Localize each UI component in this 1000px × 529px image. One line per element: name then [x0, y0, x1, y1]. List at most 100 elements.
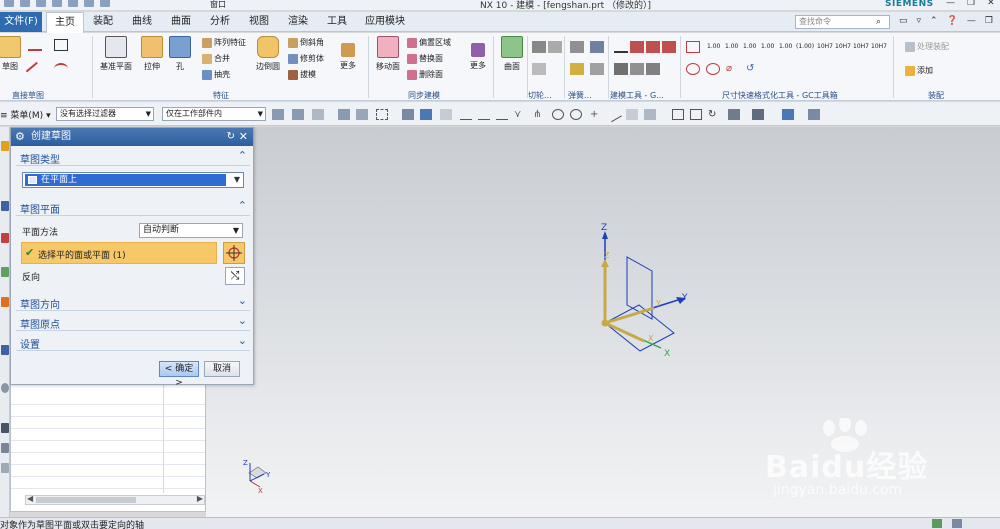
snap-icon[interactable]: [440, 109, 452, 120]
history-icon[interactable]: [1, 233, 9, 243]
repeat-icon[interactable]: [100, 0, 110, 7]
cut-tool-icon[interactable]: [532, 63, 546, 75]
feature-more-button[interactable]: 更多: [330, 43, 366, 71]
surface-button[interactable]: 曲面: [494, 36, 530, 72]
no-diameter-icon[interactable]: ⌀: [726, 63, 740, 75]
dim-format-button[interactable]: 10H7: [835, 43, 851, 50]
sketch-button[interactable]: 草图: [0, 36, 28, 72]
settings-icon[interactable]: [1, 463, 9, 473]
horizontal-scrollbar[interactable]: ◀ ▶: [25, 494, 205, 505]
offset-region-button[interactable]: 偏置区域: [407, 37, 451, 48]
section-settings[interactable]: 设置 ⌄: [16, 334, 250, 351]
process-assembly-button[interactable]: 处理装配: [905, 41, 949, 52]
scroll-left-icon[interactable]: ◀: [27, 494, 33, 503]
circle-snap-icon[interactable]: [552, 109, 564, 120]
list-item[interactable]: [11, 453, 205, 465]
rectangle-icon[interactable]: [54, 39, 68, 51]
snap-icon[interactable]: [626, 109, 638, 120]
scroll-right-icon[interactable]: ▶: [197, 494, 203, 503]
cancel-button[interactable]: 取消: [204, 361, 240, 377]
scrollbar-thumb[interactable]: [36, 497, 136, 503]
rectangle-select-icon[interactable]: [376, 109, 388, 120]
trim-body-button[interactable]: 修剪体: [288, 53, 324, 64]
tab-curve[interactable]: 曲线: [125, 12, 159, 32]
web-browser-icon[interactable]: [1, 297, 9, 307]
select-icon[interactable]: [312, 109, 324, 120]
menu-button[interactable]: ≡ 菜单(M) ▾: [0, 108, 51, 121]
shell-button[interactable]: 抽壳: [202, 69, 230, 80]
view-icon[interactable]: [690, 109, 702, 120]
render-style-icon[interactable]: [752, 109, 764, 120]
window-icon[interactable]: ▭: [899, 16, 908, 26]
save-icon[interactable]: [4, 0, 14, 7]
dim-format-button[interactable]: 10H7: [853, 43, 869, 50]
build-tool-icon[interactable]: [630, 41, 644, 53]
reverse-direction-button[interactable]: ⤭: [225, 267, 245, 285]
role-icon[interactable]: [1, 423, 9, 433]
midpoint-icon[interactable]: ⋎: [514, 109, 526, 120]
replace-face-button[interactable]: 替换面: [407, 53, 443, 64]
view-icon[interactable]: [728, 109, 740, 120]
tab-application[interactable]: 应用模块: [360, 12, 410, 32]
plane-selector-button[interactable]: [223, 242, 245, 264]
list-item[interactable]: [11, 477, 205, 489]
spring-icon[interactable]: [570, 41, 584, 53]
cut-icon[interactable]: [52, 0, 62, 7]
diameter-icon[interactable]: [686, 63, 700, 75]
line-snap-icon[interactable]: [460, 109, 472, 120]
tab-analysis[interactable]: 分析: [203, 12, 237, 32]
spring-icon[interactable]: [590, 41, 604, 53]
dim-format-button[interactable]: 1.00: [743, 43, 756, 50]
section-sketch-plane[interactable]: 草图平面 ⌃: [16, 199, 250, 216]
list-item[interactable]: [11, 441, 205, 453]
tab-render[interactable]: 渲染: [281, 12, 315, 32]
help-icon[interactable]: ❓: [947, 16, 958, 26]
dim-format-button[interactable]: 10H7: [871, 43, 887, 50]
spring-icon[interactable]: [590, 63, 604, 75]
sync-more-button[interactable]: 更多: [460, 43, 496, 71]
chamfer-button[interactable]: 倒斜角: [288, 37, 324, 48]
snap-icon[interactable]: [272, 109, 284, 120]
tab-home[interactable]: 主页: [46, 12, 84, 33]
tab-tools[interactable]: 工具: [320, 12, 354, 32]
paste-icon[interactable]: [84, 0, 94, 7]
close-icon[interactable]: ✕: [239, 128, 248, 146]
line-icon[interactable]: [25, 61, 45, 81]
sketch-type-dropdown[interactable]: 在平面上 ▼: [22, 172, 244, 188]
part-navigator-icon[interactable]: [1, 201, 9, 211]
ok-button[interactable]: < 确定 >: [159, 361, 199, 388]
list-item[interactable]: [11, 405, 205, 417]
list-item[interactable]: [11, 429, 205, 441]
orient-view-icon[interactable]: [808, 109, 820, 120]
status-indicator-icon[interactable]: [952, 519, 962, 528]
tab-file[interactable]: 文件(F): [0, 12, 42, 32]
tab-view[interactable]: 视图: [242, 12, 276, 32]
reset-icon[interactable]: ↻: [227, 128, 235, 146]
cut-tool-icon[interactable]: [532, 41, 546, 53]
status-indicator-icon[interactable]: [932, 519, 942, 528]
add-component-button[interactable]: 添加: [905, 65, 933, 76]
section-sketch-type[interactable]: 草图类型 ⌃: [16, 149, 250, 166]
arc-icon[interactable]: [54, 63, 68, 75]
reuse-library-icon[interactable]: [1, 267, 9, 277]
assembly-navigator-icon[interactable]: [1, 141, 9, 151]
ribbon-minimize-icon[interactable]: ▿: [917, 16, 922, 26]
select-all-icon[interactable]: [292, 109, 304, 120]
history-icon[interactable]: [1, 345, 9, 355]
list-item[interactable]: [11, 393, 205, 405]
roles-icon[interactable]: [1, 443, 9, 453]
snap-icon[interactable]: [338, 109, 350, 120]
dim-format-button[interactable]: 1.00: [761, 43, 774, 50]
select-icon[interactable]: [356, 109, 368, 120]
edge-blend-button[interactable]: 边倒圆: [250, 36, 286, 72]
dim-format-button[interactable]: 10H7: [817, 43, 833, 50]
hole-button[interactable]: 孔: [162, 36, 198, 72]
selection-filter-dropdown[interactable]: 没有选择过滤器 ▼: [56, 107, 154, 121]
csys-origin[interactable]: [601, 319, 609, 327]
build-tool-icon[interactable]: [646, 41, 660, 53]
build-tool-icon[interactable]: [646, 63, 660, 75]
line-snap-icon[interactable]: [606, 106, 622, 123]
section-sketch-orientation[interactable]: 草图方向 ⌄: [16, 294, 250, 311]
draft-button[interactable]: 拔模: [288, 69, 316, 80]
delete-face-button[interactable]: 删除面: [407, 69, 443, 80]
